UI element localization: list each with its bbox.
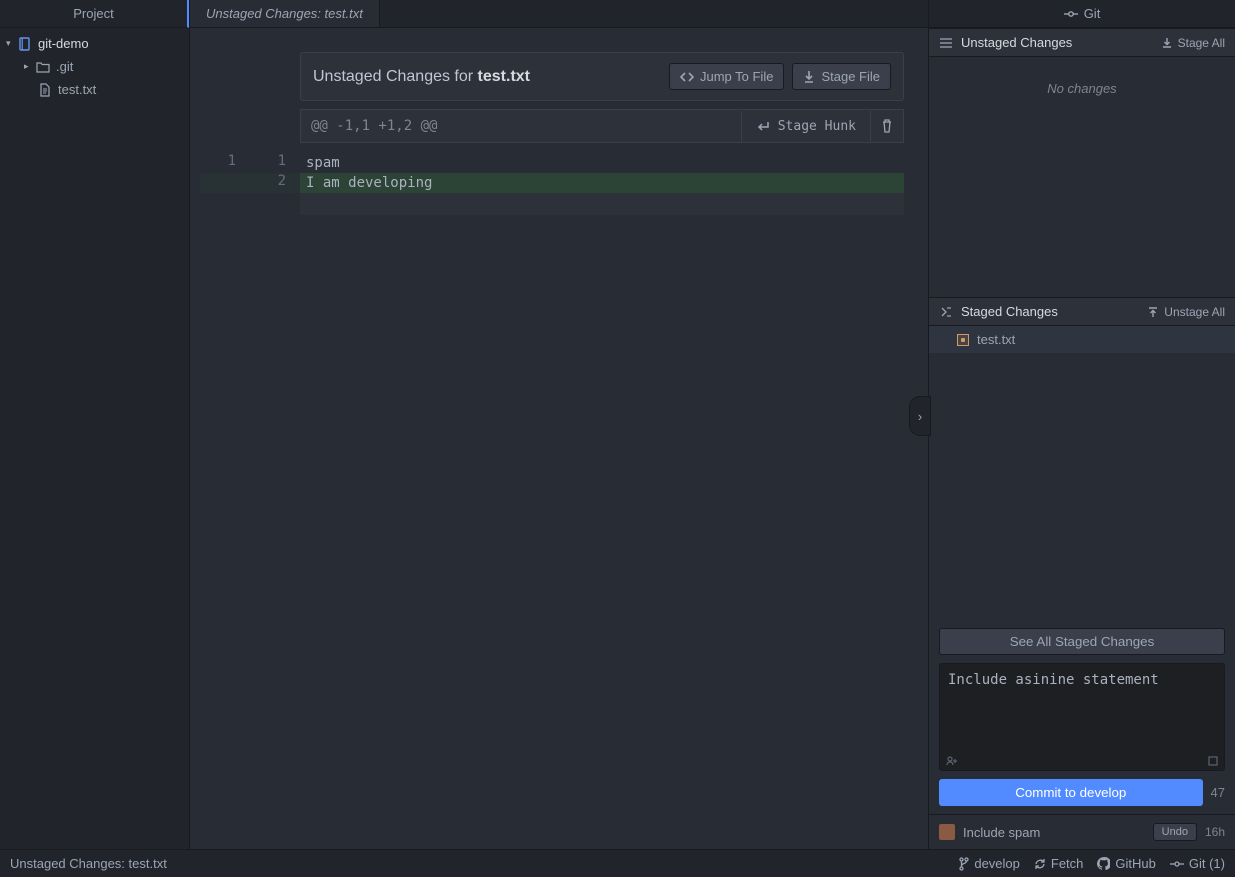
- undo-button[interactable]: Undo: [1153, 823, 1197, 841]
- branch-icon: [959, 857, 969, 871]
- chevron-right-icon: ›: [918, 409, 922, 424]
- see-all-staged-button[interactable]: See All Staged Changes: [939, 628, 1225, 655]
- editor-pane: Unstaged Changes for test.txt Jump To Fi…: [190, 28, 928, 849]
- diff-lines: 1 1 spam 2 I am developing: [300, 153, 904, 215]
- commit-char-counter: 47: [1211, 785, 1225, 800]
- tree-root-label: git-demo: [38, 36, 89, 51]
- tree-item-file[interactable]: test.txt: [0, 78, 189, 101]
- line-number-old: [200, 173, 250, 193]
- recent-commit-row[interactable]: Include spam Undo 16h: [929, 814, 1235, 849]
- line-content: spam: [300, 153, 904, 173]
- collapse-git-panel-button[interactable]: ›: [909, 396, 931, 436]
- unstaged-empty: No changes: [929, 57, 1235, 297]
- staged-file-name: test.txt: [977, 332, 1015, 347]
- stage-hunk-button[interactable]: Stage Hunk: [741, 111, 870, 142]
- unstage-all-button[interactable]: Unstage All: [1148, 305, 1225, 319]
- file-icon: [38, 83, 52, 97]
- recent-commit-time: 16h: [1205, 825, 1225, 839]
- download-icon: [803, 70, 815, 84]
- commit-message-box: Include asinine statement: [939, 663, 1225, 771]
- diff-container: Unstaged Changes for test.txt Jump To Fi…: [300, 52, 904, 215]
- staged-title: Staged Changes: [961, 304, 1058, 319]
- tab-unstaged[interactable]: Unstaged Changes: test.txt: [190, 0, 380, 27]
- trash-icon: [881, 119, 893, 133]
- status-fetch[interactable]: Fetch: [1034, 856, 1084, 871]
- diff-title: Unstaged Changes for test.txt: [313, 68, 661, 86]
- sync-icon: [1034, 858, 1046, 870]
- list-icon: [939, 37, 953, 49]
- hunk-header: @@ -1,1 +1,2 @@ Stage Hunk: [300, 109, 904, 143]
- diff-line-added[interactable]: 2 I am developing: [200, 173, 904, 193]
- repo-icon: [18, 37, 32, 51]
- tree-item-label: .git: [56, 59, 73, 74]
- git-commit-icon: [1064, 9, 1078, 19]
- project-header[interactable]: Project: [0, 0, 189, 28]
- stage-file-button[interactable]: Stage File: [792, 63, 891, 90]
- project-title: Project: [73, 6, 113, 21]
- avatar: [939, 824, 955, 840]
- tree-root[interactable]: ▾ git-demo: [0, 32, 189, 55]
- project-sidebar: Project ▾ git-demo ▸ .git te: [0, 0, 190, 849]
- status-left: Unstaged Changes: test.txt: [10, 856, 945, 871]
- commit-button[interactable]: Commit to develop: [939, 779, 1203, 806]
- status-git[interactable]: Git (1): [1170, 856, 1225, 871]
- diff-line[interactable]: 1 1 spam: [200, 153, 904, 173]
- line-content: I am developing: [300, 173, 904, 193]
- git-tab[interactable]: Git: [929, 0, 1235, 28]
- tree-item-label: test.txt: [58, 82, 96, 97]
- diff-header: Unstaged Changes for test.txt Jump To Fi…: [300, 52, 904, 101]
- unstaged-title: Unstaged Changes: [961, 35, 1072, 50]
- staged-file-row[interactable]: test.txt: [929, 326, 1235, 353]
- tree-item-git[interactable]: ▸ .git: [0, 55, 189, 78]
- discard-hunk-button[interactable]: [870, 111, 903, 141]
- recent-commit-message: Include spam: [963, 825, 1145, 840]
- modified-icon: [957, 334, 969, 346]
- upload-icon: [1148, 306, 1158, 318]
- git-tab-label: Git: [1084, 6, 1101, 21]
- line-number-new: 2: [250, 173, 300, 193]
- line-number-new: 1: [250, 153, 300, 173]
- diff-icon: [939, 306, 953, 318]
- staged-body: test.txt: [929, 326, 1235, 620]
- status-bar: Unstaged Changes: test.txt develop Fetch…: [0, 849, 1235, 877]
- tab-label: Unstaged Changes: test.txt: [206, 6, 363, 21]
- unstaged-section-header: Unstaged Changes Stage All: [929, 28, 1235, 57]
- chevron-down-icon: ▾: [6, 38, 16, 49]
- staged-section-header: Staged Changes Unstage All: [929, 297, 1235, 326]
- git-panel: › Git Unstaged Changes Stage All No chan…: [928, 0, 1235, 849]
- diff-line-trailing: [200, 193, 904, 215]
- github-icon: [1097, 857, 1110, 870]
- expand-icon[interactable]: [1208, 756, 1218, 766]
- line-number-old: 1: [200, 153, 250, 173]
- tab-bar: Unstaged Changes: test.txt: [190, 0, 928, 28]
- file-tree: ▾ git-demo ▸ .git test.txt: [0, 28, 189, 105]
- download-icon: [1162, 37, 1172, 49]
- status-branch[interactable]: develop: [959, 856, 1020, 871]
- add-coauthor-icon[interactable]: [946, 756, 958, 766]
- stage-all-button[interactable]: Stage All: [1162, 36, 1225, 50]
- jump-to-file-button[interactable]: Jump To File: [669, 63, 784, 90]
- folder-icon: [36, 60, 50, 74]
- chevron-right-icon: ▸: [24, 61, 34, 72]
- enter-icon: [756, 120, 770, 132]
- editor-area: Unstaged Changes: test.txt Unstaged Chan…: [190, 0, 928, 849]
- code-icon: [680, 71, 694, 83]
- git-commit-icon: [1170, 859, 1184, 869]
- hunk-range: @@ -1,1 +1,2 @@: [301, 110, 741, 142]
- status-github[interactable]: GitHub: [1097, 856, 1155, 871]
- commit-message-input[interactable]: Include asinine statement: [940, 664, 1224, 770]
